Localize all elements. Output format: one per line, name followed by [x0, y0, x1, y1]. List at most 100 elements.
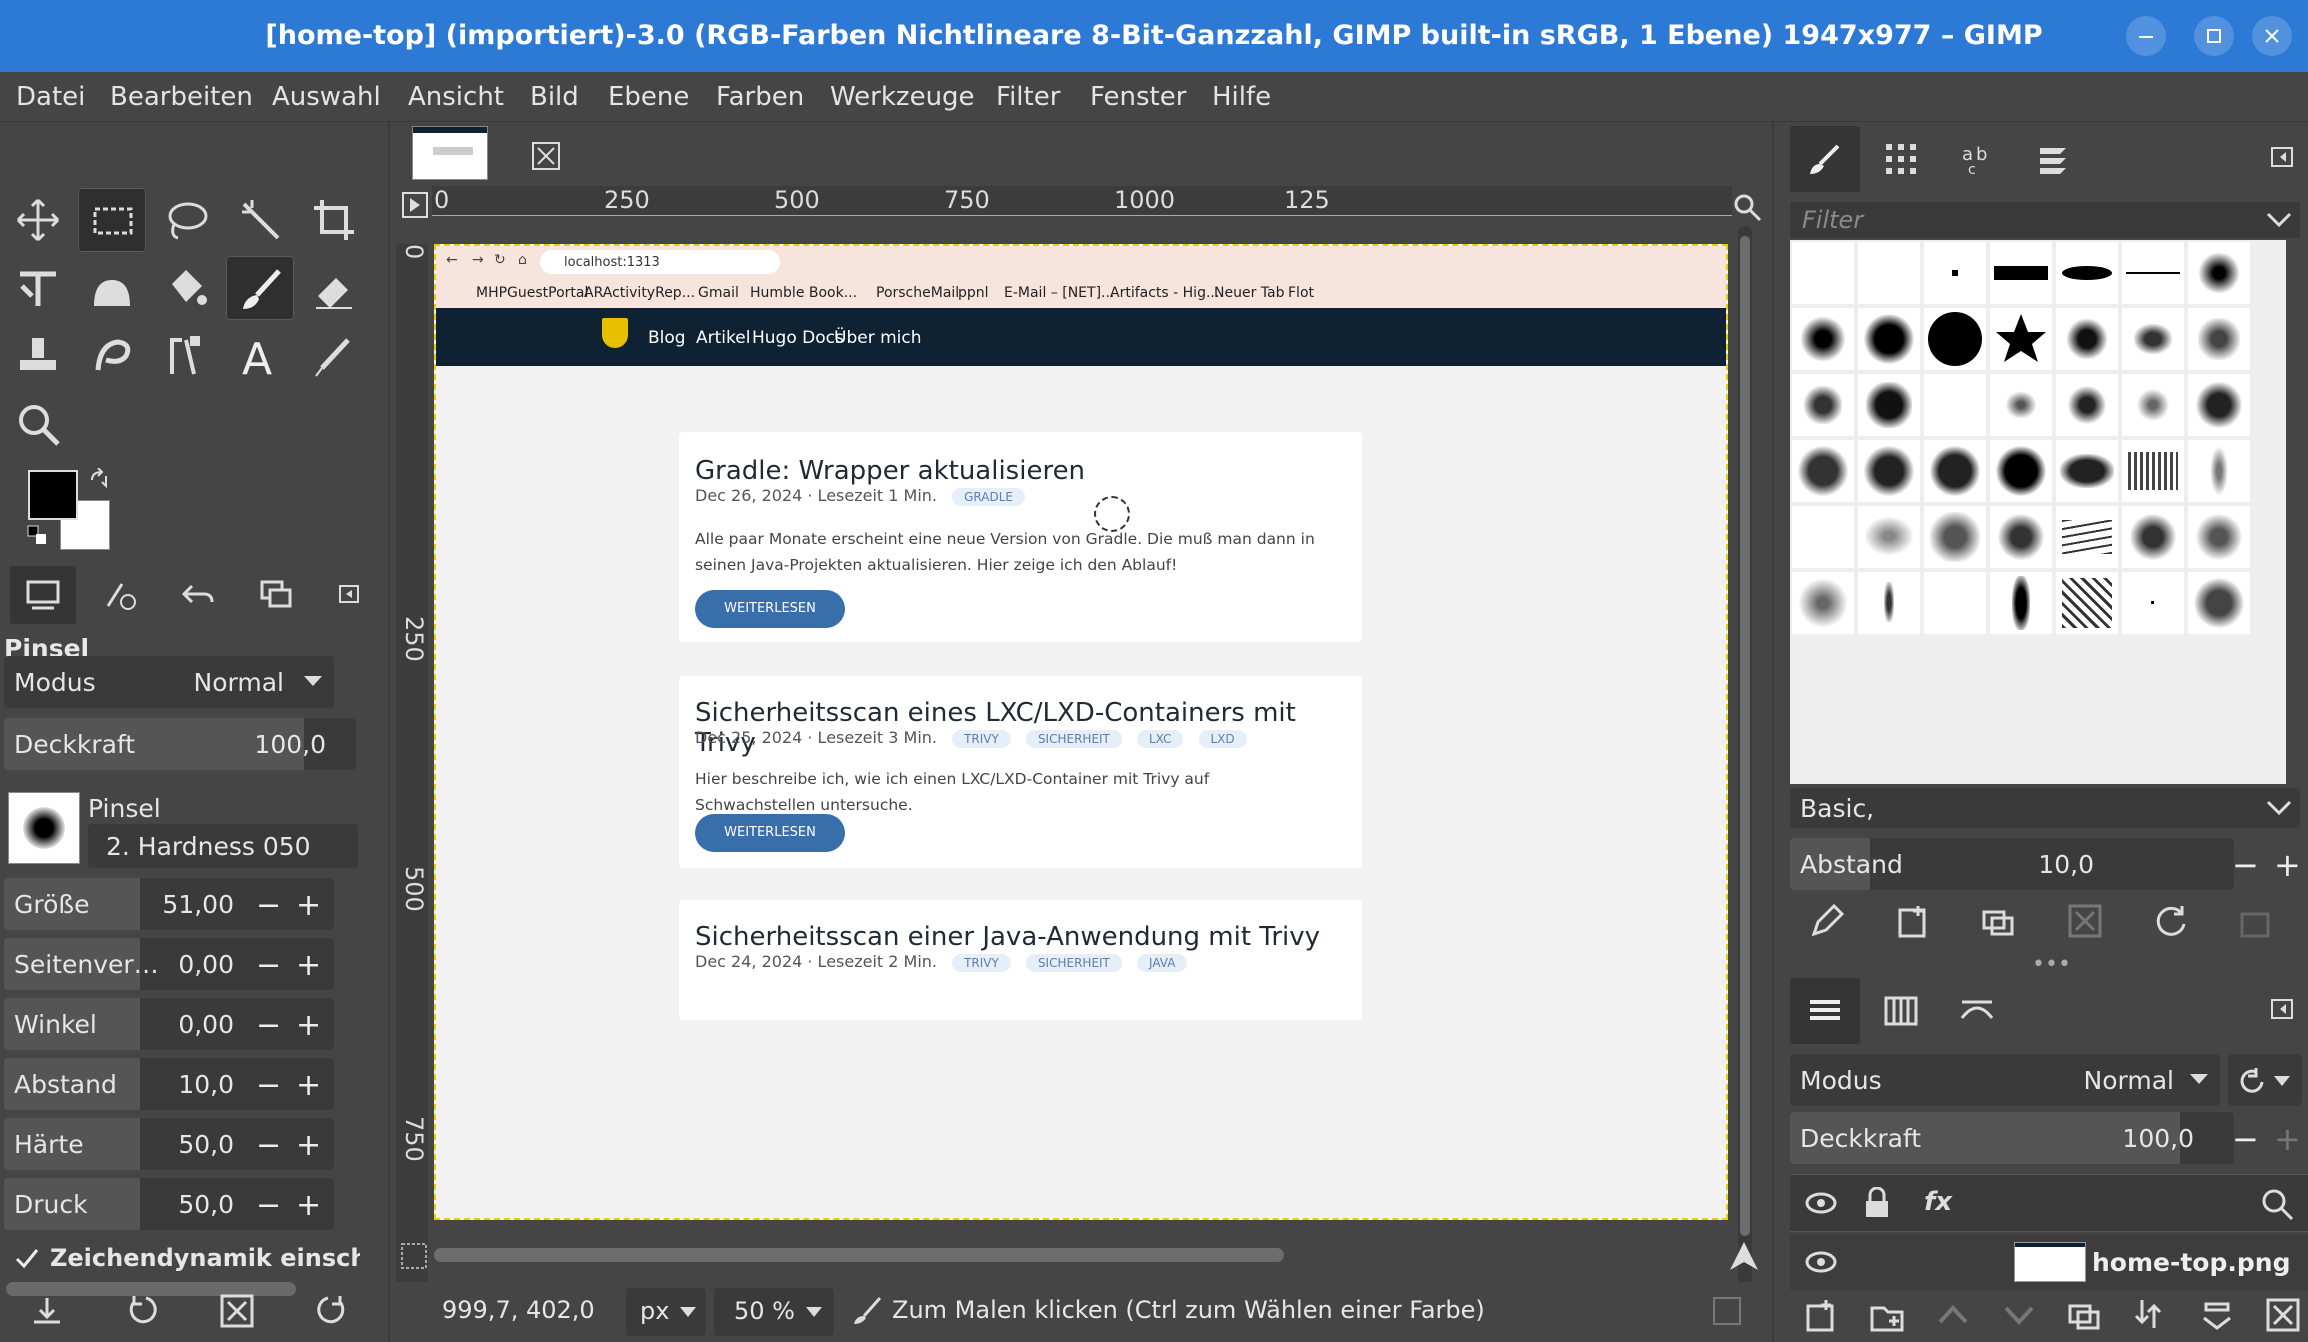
size-decrease-button[interactable]: −	[256, 888, 281, 923]
brush-item[interactable]	[1924, 440, 1986, 502]
brush-item[interactable]	[1792, 374, 1854, 436]
brush-item[interactable]	[1792, 242, 1854, 304]
force-decrease-button[interactable]: −	[256, 1188, 281, 1223]
brush-item[interactable]	[2188, 440, 2250, 502]
effects-column-icon[interactable]: fx	[1924, 1187, 1952, 1217]
brush-preview[interactable]	[8, 792, 80, 864]
open-brush-icon[interactable]	[2238, 904, 2272, 938]
brush-item[interactable]	[2056, 374, 2118, 436]
quickmask-menu-icon[interactable]	[402, 192, 428, 218]
clone-tool[interactable]	[4, 324, 72, 388]
restore-options-icon[interactable]	[126, 1294, 160, 1328]
image-canvas[interactable]: ← → ↻ ⌂ localhost:1313 MHPGuestPortal AR…	[434, 244, 1728, 1220]
warp-tool[interactable]	[78, 256, 146, 320]
tab-menu-icon[interactable]	[2270, 998, 2296, 1022]
brush-item[interactable]	[2122, 440, 2184, 502]
refresh-brushes-icon[interactable]	[2154, 904, 2188, 938]
angle-slider[interactable]: Winkel 0,00 − +	[4, 998, 334, 1050]
menu-bearbeiten[interactable]: Bearbeiten	[110, 82, 253, 112]
brush-item[interactable]	[2056, 308, 2118, 370]
brush-grid[interactable]	[1790, 240, 2286, 784]
color-picker-tool[interactable]	[300, 324, 368, 388]
brush-item[interactable]	[1858, 572, 1920, 634]
toggle-quick-mask-icon[interactable]	[400, 1242, 428, 1270]
composite-mode-button[interactable]	[2228, 1054, 2302, 1106]
rect-select-tool[interactable]	[78, 188, 146, 252]
brush-item[interactable]	[1990, 374, 2052, 436]
menu-filter[interactable]: Filter	[996, 82, 1060, 112]
delete-options-icon[interactable]	[220, 1294, 254, 1328]
transform-tool[interactable]	[4, 256, 72, 320]
brush-preset-select[interactable]: Basic,	[1790, 788, 2300, 828]
delete-layer-icon[interactable]	[2266, 1298, 2300, 1332]
brush-spacing-decrease[interactable]: −	[2232, 846, 2259, 884]
crop-tool[interactable]	[300, 188, 368, 252]
checkbox-checked-icon[interactable]	[14, 1246, 40, 1272]
opacity-slider[interactable]: Deckkraft 100,0	[4, 718, 356, 770]
brush-item[interactable]	[2056, 242, 2118, 304]
spacing-decrease-button[interactable]: −	[256, 1068, 281, 1103]
size-increase-button[interactable]: +	[296, 888, 321, 923]
brush-item[interactable]	[1792, 572, 1854, 634]
lock-column-icon[interactable]	[1862, 1187, 1892, 1219]
tab-fonts[interactable]: abc	[1942, 126, 2012, 192]
zoom-select[interactable]: 50 %	[714, 1288, 834, 1336]
brush-spacing-slider[interactable]: Abstand 10,0 − +	[1790, 838, 2301, 890]
brush-item[interactable]	[1924, 308, 1986, 370]
brush-item[interactable]	[1792, 440, 1854, 502]
spacing-slider[interactable]: Abstand 10,0 − +	[4, 1058, 334, 1110]
merge-layer-icon[interactable]	[2134, 1298, 2168, 1332]
edit-brush-icon[interactable]	[1810, 904, 1844, 938]
layer-mask-icon[interactable]	[2200, 1298, 2234, 1332]
menu-auswahl[interactable]: Auswahl	[272, 82, 381, 112]
brush-filter-input[interactable]: Filter	[1790, 202, 2300, 238]
delete-brush-icon[interactable]	[2068, 904, 2102, 938]
brush-item[interactable]	[2122, 308, 2184, 370]
layer-mode-select[interactable]: Modus Normal	[1790, 1054, 2220, 1106]
save-options-icon[interactable]	[30, 1294, 64, 1328]
fuzzy-select-tool[interactable]	[226, 188, 294, 252]
brush-item[interactable]	[1858, 242, 1920, 304]
brush-item[interactable]	[1990, 440, 2052, 502]
hardness-slider[interactable]: Härte 50,0 − +	[4, 1118, 334, 1170]
layer-opacity-increase[interactable]: +	[2274, 1120, 2301, 1158]
menu-farben[interactable]: Farben	[716, 82, 804, 112]
force-increase-button[interactable]: +	[296, 1188, 321, 1223]
menu-bild[interactable]: Bild	[530, 82, 579, 112]
brush-item[interactable]	[2122, 572, 2184, 634]
paintbrush-tool[interactable]	[226, 256, 294, 320]
brush-item[interactable]	[2122, 242, 2184, 304]
brush-name-field[interactable]: 2. Hardness 050	[88, 824, 358, 868]
swap-colors-icon[interactable]	[88, 468, 112, 492]
brush-item[interactable]	[2188, 242, 2250, 304]
move-tool[interactable]	[4, 188, 72, 252]
tab-images[interactable]	[244, 566, 310, 624]
menu-fenster[interactable]: Fenster	[1090, 82, 1186, 112]
brush-item[interactable]	[2056, 572, 2118, 634]
aspect-ratio-slider[interactable]: Seitenver… 0,00 − +	[4, 938, 334, 990]
image-tab-thumbnail[interactable]	[412, 126, 488, 180]
tab-paths[interactable]	[1942, 978, 2012, 1044]
raise-layer-icon[interactable]	[1936, 1298, 1970, 1332]
brush-item[interactable]	[2056, 506, 2118, 568]
brush-item[interactable]	[1858, 374, 1920, 436]
tab-document-history[interactable]	[2018, 126, 2088, 192]
eraser-tool[interactable]	[300, 256, 368, 320]
force-slider[interactable]: Druck 50,0 − +	[4, 1178, 334, 1230]
search-icon[interactable]	[2260, 1187, 2294, 1221]
aspect-decrease-button[interactable]: −	[256, 948, 281, 983]
spacing-increase-button[interactable]: +	[296, 1068, 321, 1103]
visibility-column-icon[interactable]	[1804, 1191, 1838, 1215]
tab-channels[interactable]	[1866, 978, 1936, 1044]
vertical-scrollbar[interactable]	[1738, 226, 1752, 1342]
drag-handle[interactable]: •••	[2032, 952, 2071, 977]
brush-item[interactable]	[2188, 572, 2250, 634]
brush-item[interactable]	[1792, 308, 1854, 370]
brush-item[interactable]	[1990, 308, 2052, 370]
tab-device-status[interactable]	[88, 566, 154, 624]
brush-item[interactable]	[2056, 440, 2118, 502]
brush-item[interactable]	[1792, 506, 1854, 568]
menu-hilfe[interactable]: Hilfe	[1212, 82, 1271, 112]
duplicate-layer-icon[interactable]	[2068, 1298, 2102, 1332]
navigate-icon[interactable]	[1726, 1238, 1762, 1274]
